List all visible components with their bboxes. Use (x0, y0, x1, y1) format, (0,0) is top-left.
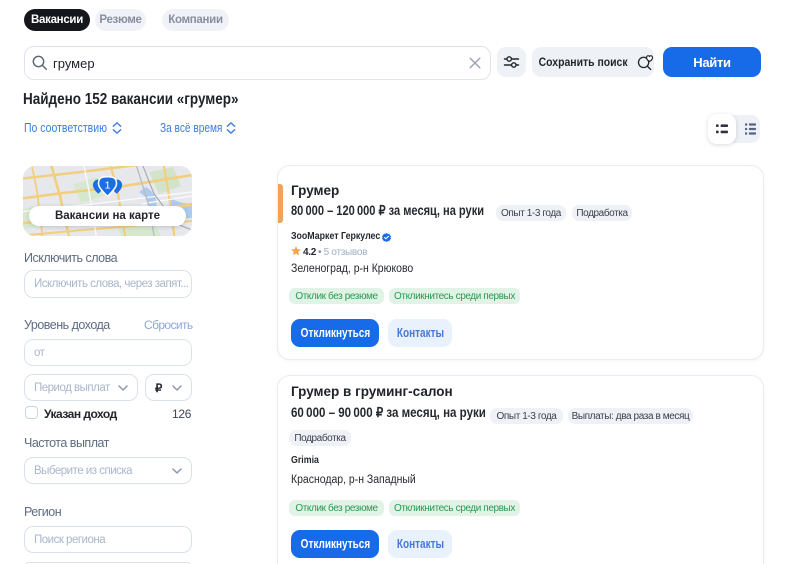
svg-text:1: 1 (105, 180, 111, 192)
